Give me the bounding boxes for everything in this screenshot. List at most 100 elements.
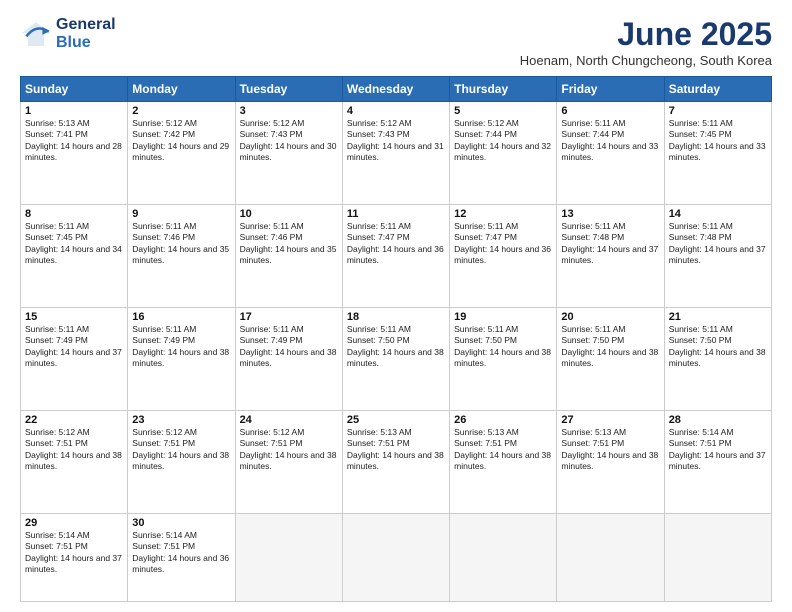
day-info: Sunrise: 5:11 AMSunset: 7:47 PMDaylight:… [347,221,445,267]
day-info: Sunrise: 5:11 AMSunset: 7:47 PMDaylight:… [454,221,552,267]
day-cell: 24 Sunrise: 5:12 AMSunset: 7:51 PMDaylig… [235,411,342,514]
day-cell: 21 Sunrise: 5:11 AMSunset: 7:50 PMDaylig… [664,308,771,411]
day-cell: 28 Sunrise: 5:14 AMSunset: 7:51 PMDaylig… [664,411,771,514]
day-number: 20 [561,311,659,323]
day-number: 11 [347,208,445,220]
table-row: 1 Sunrise: 5:13 AMSunset: 7:41 PMDayligh… [21,102,772,205]
day-cell: 14 Sunrise: 5:11 AMSunset: 7:48 PMDaylig… [664,205,771,308]
day-number: 3 [240,105,338,117]
day-cell-empty [235,514,342,602]
day-info: Sunrise: 5:14 AMSunset: 7:51 PMDaylight:… [132,530,230,576]
day-info: Sunrise: 5:11 AMSunset: 7:48 PMDaylight:… [669,221,767,267]
day-info: Sunrise: 5:12 AMSunset: 7:44 PMDaylight:… [454,118,552,164]
day-info: Sunrise: 5:11 AMSunset: 7:49 PMDaylight:… [240,324,338,370]
calendar-table: Sunday Monday Tuesday Wednesday Thursday… [20,76,772,602]
logo-line1: General [56,16,116,34]
day-cell: 16 Sunrise: 5:11 AMSunset: 7:49 PMDaylig… [128,308,235,411]
day-info: Sunrise: 5:11 AMSunset: 7:48 PMDaylight:… [561,221,659,267]
day-cell: 10 Sunrise: 5:11 AMSunset: 7:46 PMDaylig… [235,205,342,308]
day-number: 23 [132,414,230,426]
day-cell: 5 Sunrise: 5:12 AMSunset: 7:44 PMDayligh… [450,102,557,205]
day-info: Sunrise: 5:11 AMSunset: 7:49 PMDaylight:… [25,324,123,370]
day-number: 2 [132,105,230,117]
day-info: Sunrise: 5:12 AMSunset: 7:51 PMDaylight:… [132,427,230,473]
day-number: 9 [132,208,230,220]
day-cell-empty [557,514,664,602]
day-info: Sunrise: 5:12 AMSunset: 7:43 PMDaylight:… [347,118,445,164]
day-number: 12 [454,208,552,220]
day-number: 26 [454,414,552,426]
day-info: Sunrise: 5:11 AMSunset: 7:50 PMDaylight:… [669,324,767,370]
day-cell: 9 Sunrise: 5:11 AMSunset: 7:46 PMDayligh… [128,205,235,308]
day-info: Sunrise: 5:12 AMSunset: 7:42 PMDaylight:… [132,118,230,164]
day-cell-empty [450,514,557,602]
col-thursday: Thursday [450,77,557,102]
col-tuesday: Tuesday [235,77,342,102]
day-number: 17 [240,311,338,323]
day-info: Sunrise: 5:14 AMSunset: 7:51 PMDaylight:… [25,530,123,576]
table-row: 29 Sunrise: 5:14 AMSunset: 7:51 PMDaylig… [21,514,772,602]
day-number: 21 [669,311,767,323]
day-cell: 13 Sunrise: 5:11 AMSunset: 7:48 PMDaylig… [557,205,664,308]
day-number: 14 [669,208,767,220]
day-info: Sunrise: 5:12 AMSunset: 7:51 PMDaylight:… [25,427,123,473]
day-cell: 7 Sunrise: 5:11 AMSunset: 7:45 PMDayligh… [664,102,771,205]
col-wednesday: Wednesday [342,77,449,102]
col-friday: Friday [557,77,664,102]
day-info: Sunrise: 5:11 AMSunset: 7:44 PMDaylight:… [561,118,659,164]
day-number: 16 [132,311,230,323]
day-number: 22 [25,414,123,426]
day-number: 4 [347,105,445,117]
day-cell: 23 Sunrise: 5:12 AMSunset: 7:51 PMDaylig… [128,411,235,514]
day-cell: 6 Sunrise: 5:11 AMSunset: 7:44 PMDayligh… [557,102,664,205]
day-cell: 17 Sunrise: 5:11 AMSunset: 7:49 PMDaylig… [235,308,342,411]
day-cell: 4 Sunrise: 5:12 AMSunset: 7:43 PMDayligh… [342,102,449,205]
page: General Blue June 2025 Hoenam, North Chu… [0,0,792,612]
day-cell: 12 Sunrise: 5:11 AMSunset: 7:47 PMDaylig… [450,205,557,308]
day-info: Sunrise: 5:11 AMSunset: 7:50 PMDaylight:… [454,324,552,370]
logo-text-block: General Blue [56,16,116,51]
day-info: Sunrise: 5:13 AMSunset: 7:51 PMDaylight:… [454,427,552,473]
day-info: Sunrise: 5:11 AMSunset: 7:45 PMDaylight:… [25,221,123,267]
day-info: Sunrise: 5:11 AMSunset: 7:46 PMDaylight:… [240,221,338,267]
day-cell: 27 Sunrise: 5:13 AMSunset: 7:51 PMDaylig… [557,411,664,514]
day-info: Sunrise: 5:14 AMSunset: 7:51 PMDaylight:… [669,427,767,473]
day-cell: 25 Sunrise: 5:13 AMSunset: 7:51 PMDaylig… [342,411,449,514]
day-cell: 29 Sunrise: 5:14 AMSunset: 7:51 PMDaylig… [21,514,128,602]
table-row: 15 Sunrise: 5:11 AMSunset: 7:49 PMDaylig… [21,308,772,411]
day-info: Sunrise: 5:11 AMSunset: 7:50 PMDaylight:… [347,324,445,370]
col-monday: Monday [128,77,235,102]
day-number: 27 [561,414,659,426]
day-info: Sunrise: 5:11 AMSunset: 7:46 PMDaylight:… [132,221,230,267]
day-cell-empty [664,514,771,602]
day-info: Sunrise: 5:13 AMSunset: 7:41 PMDaylight:… [25,118,123,164]
day-cell: 15 Sunrise: 5:11 AMSunset: 7:49 PMDaylig… [21,308,128,411]
day-number: 19 [454,311,552,323]
table-row: 8 Sunrise: 5:11 AMSunset: 7:45 PMDayligh… [21,205,772,308]
day-cell: 1 Sunrise: 5:13 AMSunset: 7:41 PMDayligh… [21,102,128,205]
day-number: 28 [669,414,767,426]
location-subtitle: Hoenam, North Chungcheong, South Korea [520,53,772,68]
month-title: June 2025 [520,16,772,53]
day-cell: 30 Sunrise: 5:14 AMSunset: 7:51 PMDaylig… [128,514,235,602]
logo-icon [20,20,52,48]
day-cell: 18 Sunrise: 5:11 AMSunset: 7:50 PMDaylig… [342,308,449,411]
day-info: Sunrise: 5:11 AMSunset: 7:50 PMDaylight:… [561,324,659,370]
day-cell: 2 Sunrise: 5:12 AMSunset: 7:42 PMDayligh… [128,102,235,205]
day-info: Sunrise: 5:12 AMSunset: 7:51 PMDaylight:… [240,427,338,473]
day-number: 24 [240,414,338,426]
day-info: Sunrise: 5:11 AMSunset: 7:45 PMDaylight:… [669,118,767,164]
day-info: Sunrise: 5:13 AMSunset: 7:51 PMDaylight:… [561,427,659,473]
day-number: 30 [132,517,230,529]
day-info: Sunrise: 5:12 AMSunset: 7:43 PMDaylight:… [240,118,338,164]
day-cell: 19 Sunrise: 5:11 AMSunset: 7:50 PMDaylig… [450,308,557,411]
day-number: 18 [347,311,445,323]
day-cell: 3 Sunrise: 5:12 AMSunset: 7:43 PMDayligh… [235,102,342,205]
day-number: 25 [347,414,445,426]
logo-line2: Blue [56,34,116,52]
day-number: 15 [25,311,123,323]
title-block: June 2025 Hoenam, North Chungcheong, Sou… [520,16,772,68]
day-cell: 8 Sunrise: 5:11 AMSunset: 7:45 PMDayligh… [21,205,128,308]
col-sunday: Sunday [21,77,128,102]
day-number: 7 [669,105,767,117]
